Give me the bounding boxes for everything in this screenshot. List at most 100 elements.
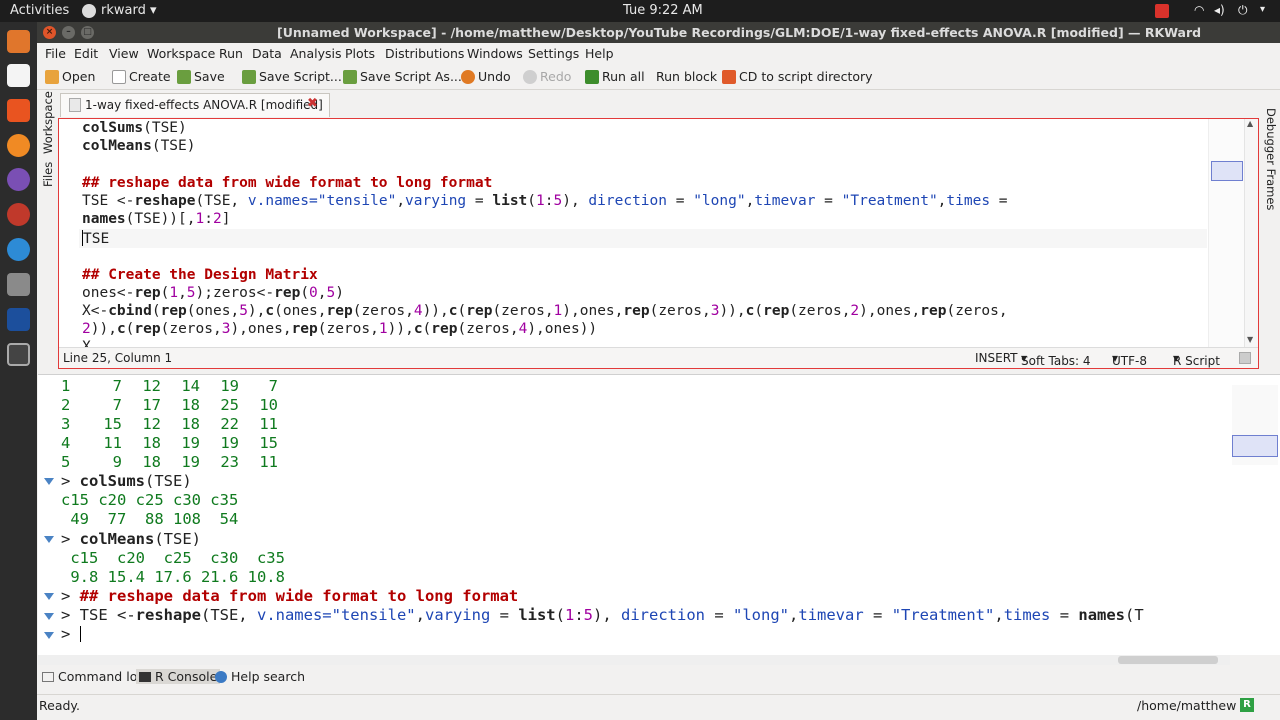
menu-windows[interactable]: Windows xyxy=(467,46,523,61)
cd-to-script-directory-button[interactable]: CD to script directory xyxy=(722,69,873,84)
record-indicator-icon[interactable] xyxy=(1155,4,1169,18)
redo-button[interactable]: Redo xyxy=(523,69,571,84)
code-line: ## reshape data from wide format to long… xyxy=(82,175,493,191)
power-icon[interactable]: ⏻ xyxy=(1238,3,1252,17)
dict-icon[interactable] xyxy=(1239,352,1251,364)
r-console-tab[interactable]: R Console xyxy=(136,669,221,684)
system-menu-arrow-icon[interactable]: ▾ xyxy=(1260,4,1274,18)
wifi-icon[interactable]: ◠ xyxy=(1194,3,1208,17)
firefox-icon[interactable] xyxy=(7,134,30,157)
console-data-row: 5 9 18 19 23 11 xyxy=(61,453,278,471)
scroll-down-icon[interactable]: ▼ xyxy=(1247,335,1253,344)
thunderbird-icon[interactable] xyxy=(7,238,30,261)
cd-folder-icon xyxy=(722,69,736,84)
create-button[interactable]: Create xyxy=(112,69,171,84)
close-tab-icon[interactable]: ✖ xyxy=(307,96,318,111)
scroll-up-icon[interactable]: ▲ xyxy=(1247,119,1253,128)
run-all-button[interactable]: Run all xyxy=(585,69,645,84)
menu-workspace[interactable]: Workspace xyxy=(147,46,215,61)
r-console[interactable]: 1 7 12 14 19 7 2 7 17 18 25 10 3 15 12 18 22 11 4 11 18 19 19 1… xyxy=(38,374,1280,655)
undo-button[interactable]: Undo xyxy=(461,69,511,84)
editor-scrollbar[interactable]: ▲ ▼ xyxy=(1244,119,1258,347)
volume-icon[interactable]: ◂) xyxy=(1214,3,1228,17)
dock xyxy=(0,22,37,720)
console-output: c15 c20 c25 c30 c35 xyxy=(61,491,239,509)
app-menu[interactable]: rkward ▾ xyxy=(101,3,157,18)
command-log-icon xyxy=(42,671,54,682)
menu-distributions[interactable]: Distributions xyxy=(385,46,464,61)
console-horizontal-scrollbar[interactable] xyxy=(38,655,1230,665)
editor-minimap[interactable] xyxy=(1208,119,1244,347)
minimize-window-icon[interactable]: – xyxy=(62,26,75,39)
text-editor-icon[interactable] xyxy=(7,64,30,87)
run-block-button[interactable]: Run block xyxy=(656,69,717,84)
open-button[interactable]: Open xyxy=(45,69,95,84)
menu-view[interactable]: View xyxy=(109,46,139,61)
console-minimap-viewport[interactable] xyxy=(1232,435,1278,457)
menu-file[interactable]: File xyxy=(45,46,66,61)
r-status-badge: R xyxy=(1240,698,1254,712)
tex-icon[interactable] xyxy=(7,308,30,331)
calculator-icon[interactable] xyxy=(7,273,30,296)
files-side-tab[interactable]: Files xyxy=(41,162,55,187)
editor-status-bar: Line 25, Column 1 INSERT Soft Tabs: 4 ▾ … xyxy=(59,347,1258,368)
debugger-frames-side-tab[interactable]: Debugger Frames xyxy=(1264,108,1278,210)
code-line: names(TSE))[,1:2] xyxy=(82,211,231,227)
syntax-mode-selector[interactable]: R Script ▾ xyxy=(1173,351,1220,368)
editor-tab-label: 1-way fixed-effects ANOVA.R [modified] xyxy=(85,98,323,112)
console-data-cell: 12 xyxy=(142,415,161,433)
save-script-button[interactable]: Save Script... xyxy=(242,69,342,84)
save-script-label: Save Script... xyxy=(259,69,342,84)
close-window-icon[interactable]: × xyxy=(43,26,56,39)
menu-run[interactable]: Run xyxy=(219,46,243,61)
collapse-icon[interactable] xyxy=(44,613,54,620)
encoding-selector[interactable]: UTF-8 ▾ xyxy=(1112,351,1147,368)
menu-plots[interactable]: Plots xyxy=(345,46,375,61)
save-as-icon xyxy=(343,69,357,84)
redo-icon xyxy=(523,69,537,84)
menu-data[interactable]: Data xyxy=(252,46,282,61)
menu-help[interactable]: Help xyxy=(585,46,614,61)
activities-button[interactable]: Activities xyxy=(10,3,69,18)
rkward-dock-icon[interactable] xyxy=(7,343,30,366)
workspace-side-tab[interactable]: Workspace xyxy=(41,91,55,154)
collapse-icon[interactable] xyxy=(44,478,54,485)
collapse-icon[interactable] xyxy=(44,632,54,639)
collapse-icon[interactable] xyxy=(44,593,54,600)
minimap-viewport[interactable] xyxy=(1211,161,1243,181)
editor-tab[interactable]: 1-way fixed-effects ANOVA.R [modified] ✖ xyxy=(60,93,330,117)
rkward-app-icon xyxy=(82,4,96,18)
console-data-cell: 15 xyxy=(259,434,278,452)
code-area[interactable]: colSums(TSE) colMeans(TSE) ## reshape da… xyxy=(59,119,1211,347)
console-output: 49 77 88 108 54 xyxy=(61,510,239,528)
status-text: Ready. xyxy=(39,698,80,713)
new-file-icon xyxy=(112,69,126,84)
collapse-icon[interactable] xyxy=(44,536,54,543)
menu-edit[interactable]: Edit xyxy=(74,46,98,61)
code-line: ## Create the Design Matrix xyxy=(82,267,318,283)
help-search-tab[interactable]: Help search xyxy=(215,669,305,684)
console-prompt[interactable]: > xyxy=(61,625,81,643)
menu-analysis[interactable]: Analysis xyxy=(290,46,342,61)
network-app-icon[interactable] xyxy=(7,168,30,191)
script-editor[interactable]: colSums(TSE) colMeans(TSE) ## reshape da… xyxy=(58,118,1259,369)
clock[interactable]: Tue 9:22 AM xyxy=(623,3,703,18)
save-script-as-button[interactable]: Save Script As... xyxy=(343,69,462,84)
undo-icon xyxy=(461,69,475,84)
console-data-cell: 19 xyxy=(181,434,200,452)
soft-tabs-selector[interactable]: Soft Tabs: 4 ▾ xyxy=(1021,351,1091,368)
maximize-window-icon[interactable]: □ xyxy=(81,26,94,39)
gnome-app-icon[interactable] xyxy=(7,203,30,226)
software-center-icon[interactable] xyxy=(7,99,30,122)
save-button[interactable]: Save xyxy=(177,69,225,84)
console-command: > TSE <-reshape(TSE, v.names="tensile",v… xyxy=(61,606,1144,624)
command-log-tab[interactable]: Command log xyxy=(42,669,145,684)
code-line: colMeans(TSE) xyxy=(82,138,196,154)
files-icon[interactable] xyxy=(7,30,30,53)
scrollbar-thumb[interactable] xyxy=(1118,656,1218,664)
undo-label: Undo xyxy=(478,69,511,84)
menu-settings[interactable]: Settings xyxy=(528,46,579,61)
input-mode[interactable]: INSERT xyxy=(975,351,1018,365)
console-minimap[interactable] xyxy=(1232,385,1278,465)
syntax-mode-label: R Script xyxy=(1173,354,1220,368)
